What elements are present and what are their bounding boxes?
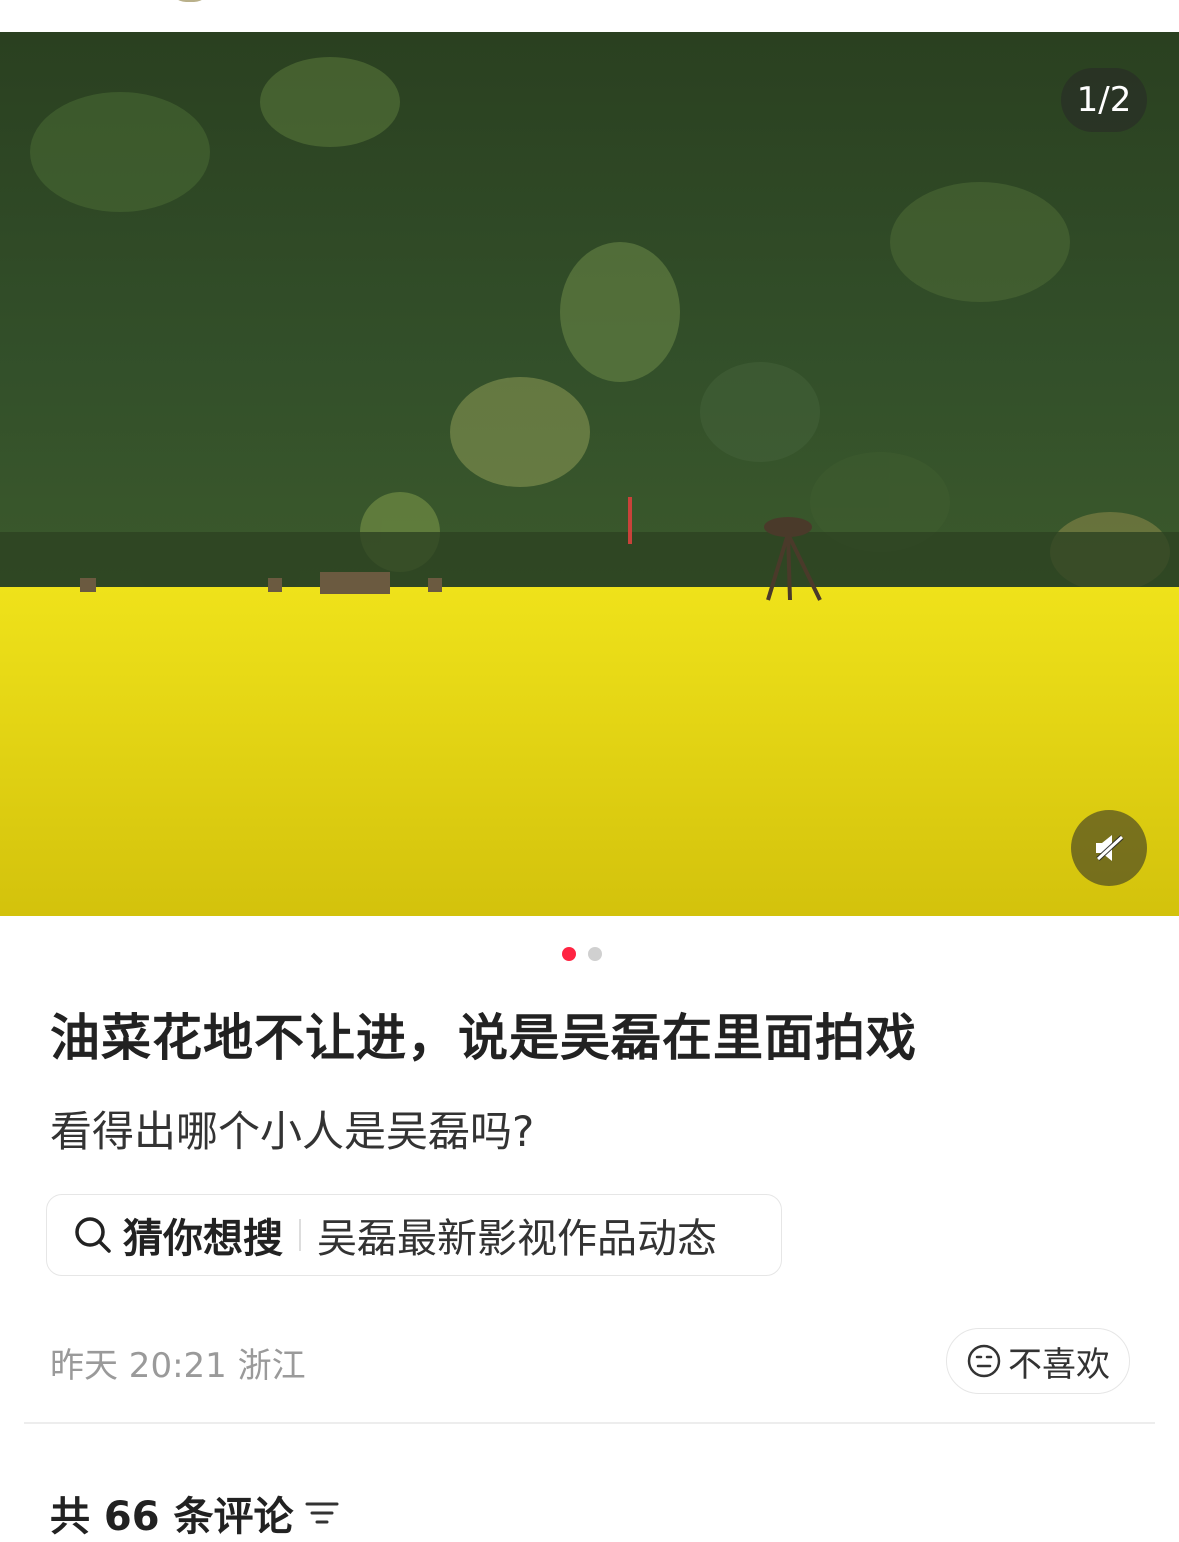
top-bar <box>0 0 1179 32</box>
post-description: 看得出哪个小人是吴磊吗? <box>50 1107 535 1156</box>
carousel-indicator <box>562 947 602 961</box>
post-title: 油菜花地不让进，说是吴磊在里面拍戏 <box>50 1009 917 1067</box>
comments-header[interactable]: 共 66 条评论 <box>50 1484 340 1542</box>
section-divider <box>24 1422 1155 1424</box>
suggested-search-term: 吴磊最新影视作品动态 <box>317 1216 717 1262</box>
search-icon <box>75 1217 111 1253</box>
neutral-face-icon <box>967 1344 1001 1378</box>
image-counter: 1/2 <box>1061 68 1147 132</box>
comment-count: 共 66 条评论 <box>50 1494 294 1540</box>
dislike-button[interactable]: 不喜欢 <box>946 1328 1130 1394</box>
suggested-search-chip[interactable]: 猜你想搜 吴磊最新影视作品动态 <box>46 1194 782 1276</box>
carousel-dot-1[interactable] <box>562 947 576 961</box>
image-carousel[interactable]: 1/2 <box>0 32 1179 916</box>
landscape-photo <box>0 32 1179 916</box>
post-time-location: 昨天 20:21 浙江 <box>50 1346 306 1386</box>
carousel-dot-2[interactable] <box>588 947 602 961</box>
mute-icon <box>1096 835 1124 861</box>
dislike-label: 不喜欢 <box>1008 1344 1110 1385</box>
mute-button[interactable] <box>1071 810 1147 886</box>
suggested-search-label: 猜你想搜 <box>123 1216 283 1262</box>
avatar[interactable] <box>170 0 210 2</box>
divider <box>299 1219 301 1251</box>
sort-icon[interactable] <box>304 1498 340 1528</box>
